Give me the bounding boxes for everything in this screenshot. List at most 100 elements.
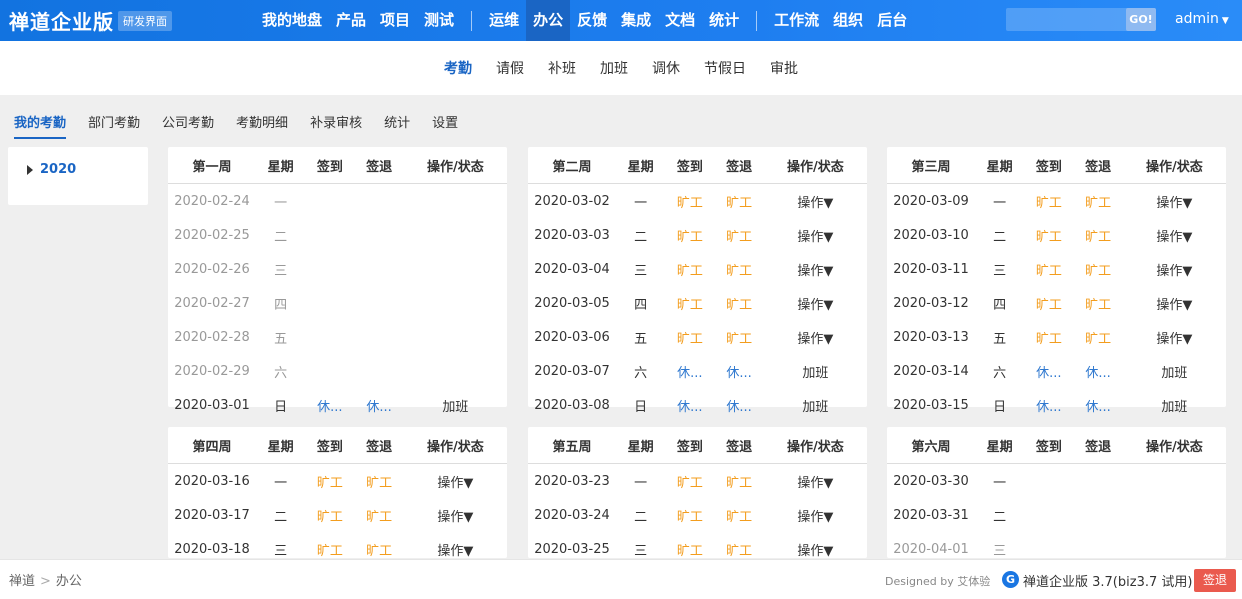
sign-out-status[interactable]: 旷工 <box>1073 218 1122 252</box>
action-dropdown[interactable]: 操作 <box>1156 332 1182 347</box>
sign-in-status[interactable]: 旷工 <box>665 252 714 286</box>
tab-item[interactable]: 部门考勤 <box>88 112 140 139</box>
nav-item[interactable]: 办公 <box>526 0 571 41</box>
nav-item[interactable]: 集成 <box>614 0 658 41</box>
sign-in-status[interactable]: 旷工 <box>1024 184 1073 219</box>
sign-in-status[interactable]: 旷工 <box>305 464 354 499</box>
action-dropdown[interactable]: 操作 <box>797 476 823 491</box>
nav-item[interactable]: 项目 <box>373 0 417 41</box>
designed-by[interactable]: Designed by 艾体验 <box>885 573 990 589</box>
nav-item[interactable]: 测试 <box>417 0 461 41</box>
nav-item[interactable]: 产品 <box>329 0 373 41</box>
sign-out-status[interactable]: 休... <box>1073 388 1122 422</box>
action-dropdown[interactable]: 操作 <box>1156 298 1182 313</box>
caret-right-icon[interactable] <box>27 165 33 175</box>
sign-in-status[interactable]: 休... <box>665 388 714 422</box>
breadcrumb-current[interactable]: 办公 <box>56 574 82 589</box>
sign-in-status[interactable]: 旷工 <box>665 532 714 559</box>
nav-item[interactable]: 反馈 <box>570 0 614 41</box>
sign-in-status[interactable]: 旷工 <box>665 184 714 219</box>
action-dropdown[interactable]: 操作 <box>797 544 823 559</box>
sign-in-status[interactable]: 休... <box>665 354 714 388</box>
sign-out-status[interactable]: 旷工 <box>714 320 763 354</box>
sign-in-status[interactable]: 旷工 <box>305 498 354 532</box>
sign-out-status[interactable]: 旷工 <box>354 532 403 559</box>
sign-in-status[interactable]: 旷工 <box>305 532 354 559</box>
subnav-item[interactable]: 调休 <box>652 58 680 78</box>
sign-in-status <box>1024 532 1073 558</box>
tab-item[interactable]: 考勤明细 <box>236 112 288 139</box>
sign-out-status[interactable]: 休... <box>714 388 763 422</box>
tab-item[interactable]: 补录审核 <box>310 112 362 139</box>
nav-item[interactable]: 统计 <box>702 0 746 41</box>
action-dropdown[interactable]: 操作 <box>797 332 823 347</box>
action-dropdown[interactable]: 操作 <box>437 510 463 525</box>
sign-out-status[interactable]: 旷工 <box>354 498 403 532</box>
subnav-item[interactable]: 考勤 <box>444 58 472 78</box>
sign-out-status[interactable]: 旷工 <box>714 184 763 219</box>
sign-out-status[interactable]: 旷工 <box>1073 320 1122 354</box>
search-input[interactable] <box>1006 8 1126 31</box>
sign-in-status[interactable]: 休... <box>1024 388 1073 422</box>
app-brand[interactable]: 禅道企业版 <box>9 6 114 35</box>
sign-in-status[interactable]: 旷工 <box>665 218 714 252</box>
subnav-item[interactable]: 节假日 <box>704 58 746 78</box>
action-dropdown[interactable]: 操作 <box>797 510 823 525</box>
sign-in-status[interactable]: 休... <box>1024 354 1073 388</box>
sign-out-status[interactable]: 旷工 <box>1073 252 1122 286</box>
sign-in-status[interactable]: 旷工 <box>1024 252 1073 286</box>
sign-out-status[interactable]: 旷工 <box>714 286 763 320</box>
sign-out-status[interactable]: 休... <box>1073 354 1122 388</box>
mode-badge[interactable]: 研发界面 <box>118 11 172 31</box>
sign-out-status[interactable]: 休... <box>714 354 763 388</box>
action-dropdown[interactable]: 操作 <box>1156 230 1182 245</box>
nav-item[interactable]: 我的地盘 <box>255 0 329 41</box>
action-dropdown[interactable]: 操作 <box>797 196 823 211</box>
subnav-item[interactable]: 请假 <box>496 58 524 78</box>
search-go-button[interactable]: GO! <box>1126 8 1156 31</box>
sign-in-status[interactable]: 休... <box>305 388 354 422</box>
sign-out-status[interactable]: 旷工 <box>714 464 763 499</box>
column-header: 签到 <box>305 147 355 184</box>
nav-item[interactable]: 后台 <box>870 0 914 41</box>
sign-out-status[interactable]: 旷工 <box>1073 184 1122 219</box>
tab-item[interactable]: 我的考勤 <box>14 112 67 139</box>
sign-in-status[interactable]: 旷工 <box>1024 218 1073 252</box>
sign-out-status[interactable]: 休... <box>354 388 403 422</box>
sign-out-status[interactable]: 旷工 <box>714 252 763 286</box>
year-item[interactable]: 2020 <box>40 162 76 177</box>
action-dropdown[interactable]: 操作 <box>797 298 823 313</box>
sign-in-status[interactable]: 旷工 <box>665 464 714 499</box>
sign-in-status[interactable]: 旷工 <box>665 498 714 532</box>
tab-item[interactable]: 统计 <box>384 112 410 139</box>
sign-out-status[interactable]: 旷工 <box>714 218 763 252</box>
breadcrumb-home[interactable]: 禅道 <box>9 574 35 589</box>
nav-item[interactable]: 文档 <box>658 0 702 41</box>
tab-item[interactable]: 设置 <box>432 112 458 139</box>
version-info[interactable]: 禅道企业版 3.7(biz3.7 试用) <box>1023 571 1192 590</box>
subnav-item[interactable]: 审批 <box>770 58 798 78</box>
action-dropdown[interactable]: 操作 <box>437 476 463 491</box>
subnav-item[interactable]: 补班 <box>548 58 576 78</box>
sign-out-status[interactable]: 旷工 <box>354 464 403 499</box>
sign-out-status[interactable]: 旷工 <box>714 498 763 532</box>
action-dropdown[interactable]: 操作 <box>1156 264 1182 279</box>
sign-out-button[interactable]: 签退 <box>1194 569 1236 592</box>
sign-in-status[interactable]: 旷工 <box>665 286 714 320</box>
user-menu[interactable]: admin ▼ <box>1175 11 1229 27</box>
action-dropdown[interactable]: 操作 <box>797 230 823 245</box>
action-dropdown[interactable]: 操作 <box>1156 196 1182 211</box>
nav-item[interactable]: 组织 <box>826 0 870 41</box>
row-date: 2020-03-30 <box>893 473 969 489</box>
subnav-item[interactable]: 加班 <box>600 58 628 78</box>
tab-item[interactable]: 公司考勤 <box>162 112 214 139</box>
action-dropdown[interactable]: 操作 <box>797 264 823 279</box>
sign-in-status[interactable]: 旷工 <box>665 320 714 354</box>
nav-item[interactable]: 工作流 <box>767 0 826 41</box>
sign-in-status[interactable]: 旷工 <box>1024 286 1073 320</box>
nav-item[interactable]: 运维 <box>482 0 526 41</box>
sign-in-status[interactable]: 旷工 <box>1024 320 1073 354</box>
sign-out-status[interactable]: 旷工 <box>1073 286 1122 320</box>
action-dropdown[interactable]: 操作 <box>437 544 463 559</box>
sign-out-status[interactable]: 旷工 <box>714 532 763 559</box>
